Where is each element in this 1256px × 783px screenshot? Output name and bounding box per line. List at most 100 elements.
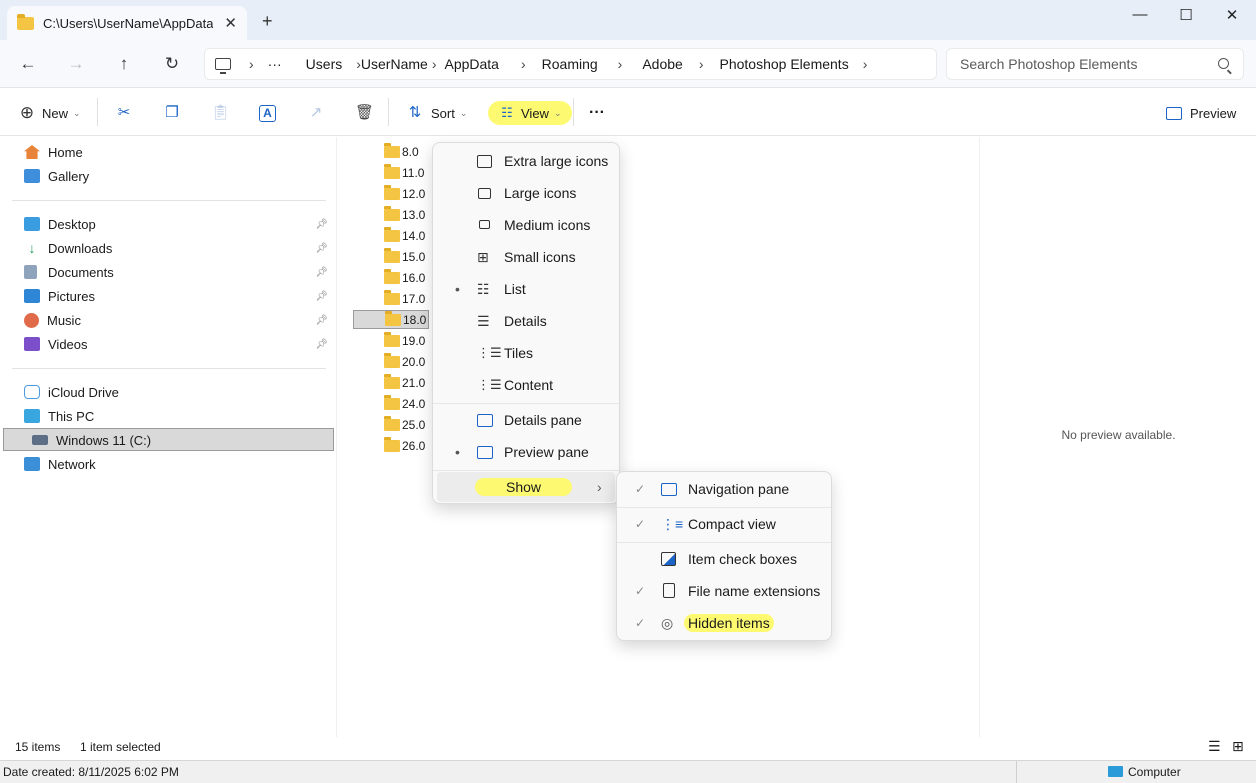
menu-item-item-check-boxes[interactable]: Item check boxes <box>621 544 827 574</box>
pin-icon[interactable]: 📌︎ <box>315 219 328 230</box>
medium-icons-icon <box>479 220 490 229</box>
chevron-right-icon[interactable]: › <box>432 56 437 72</box>
menu-item-extra-large-icons[interactable]: Extra large icons <box>437 146 615 176</box>
breadcrumb-appdata[interactable]: AppData <box>444 56 498 72</box>
pin-icon[interactable]: 📌︎ <box>315 267 328 278</box>
no-preview-message: No preview available. <box>1061 428 1176 442</box>
sidebar-item-pictures[interactable]: Pictures 📌︎ <box>24 285 334 307</box>
computer-icon <box>1108 766 1123 777</box>
sidebar-item-windows-c[interactable]: Windows 11 (C:) <box>32 429 342 451</box>
forward-button[interactable]: → <box>62 52 90 76</box>
menu-item-medium-icons[interactable]: Medium icons <box>437 210 615 240</box>
new-button[interactable]: ⊕ New ⌄ <box>18 101 81 125</box>
chevron-right-icon[interactable]: › <box>618 56 623 72</box>
folder-icon <box>384 247 400 263</box>
breadcrumb-photoshop-elements[interactable]: Photoshop Elements <box>720 56 849 72</box>
pin-icon[interactable]: 📌︎ <box>315 315 328 326</box>
menu-item-compact-view[interactable]: ✓ ⋮≡ Compact view <box>621 509 827 539</box>
rename-icon: A <box>259 104 276 122</box>
folder-item-selected[interactable]: 18.0 <box>353 310 429 329</box>
pin-icon[interactable]: 📌︎ <box>315 243 328 254</box>
details-view-icon[interactable]: ☰ <box>1208 738 1221 755</box>
breadcrumb-username[interactable]: UserName <box>361 56 428 72</box>
sidebar-item-music[interactable]: Music 📌︎ <box>24 309 334 331</box>
rename-button[interactable]: A <box>259 101 276 125</box>
menu-item-large-icons[interactable]: Large icons <box>437 178 615 208</box>
sidebar-item-network[interactable]: Network <box>24 453 334 475</box>
share-icon: ↗ <box>309 104 323 121</box>
preview-button[interactable]: Preview <box>1166 101 1236 125</box>
breadcrumb-users[interactable]: Users <box>306 56 343 72</box>
paste-button[interactable]: 📋︎ <box>211 101 230 125</box>
sidebar-item-label: iCloud Drive <box>48 384 119 400</box>
address-bar[interactable]: › ··· Users › UserName › AppData › Roami… <box>204 48 937 80</box>
chevron-right-icon[interactable]: › <box>863 56 868 72</box>
add-icon: ⊕ <box>19 103 35 122</box>
sidebar-item-this-pc[interactable]: This PC <box>24 405 334 427</box>
pin-icon[interactable]: 📌︎ <box>315 339 328 350</box>
chevron-down-icon: ⌄ <box>459 107 468 118</box>
large-icons-view-icon[interactable]: ⊞ <box>1232 738 1244 755</box>
sidebar-divider <box>12 368 326 369</box>
back-button[interactable]: ← <box>14 52 42 76</box>
menu-item-content[interactable]: ⋮☰ Content <box>437 370 615 400</box>
chevron-right-icon[interactable]: › <box>521 56 526 72</box>
menu-item-navigation-pane[interactable]: ✓ Navigation pane <box>621 474 827 504</box>
maximize-button[interactable]: ☐ <box>1166 6 1206 28</box>
menu-item-preview-pane[interactable]: • Preview pane <box>437 437 615 467</box>
menu-item-show[interactable]: Show › <box>437 472 615 502</box>
sidebar-item-downloads[interactable]: ↓ Downloads 📌︎ <box>24 237 334 259</box>
drive-icon <box>32 435 48 445</box>
breadcrumb-adobe[interactable]: Adobe <box>642 56 682 72</box>
home-icon <box>24 145 40 159</box>
selected-bullet-icon: • <box>455 444 460 460</box>
sidebar-item-videos[interactable]: Videos 📌︎ <box>24 333 334 355</box>
sidebar-item-documents[interactable]: Documents 📌︎ <box>24 261 334 283</box>
menu-item-hidden-items[interactable]: ✓ ◎ Hidden items <box>621 608 827 638</box>
share-button[interactable]: ↗ <box>307 101 325 125</box>
preview-pane: No preview available. <box>979 137 1256 737</box>
view-button[interactable]: ☷ View ⌄ <box>488 101 572 125</box>
up-button[interactable]: ↑ <box>110 52 138 76</box>
computer-icon[interactable] <box>215 58 231 74</box>
minimize-button[interactable]: — <box>1120 6 1160 28</box>
compact-view-icon: ⋮≡ <box>661 516 684 532</box>
folder-name: 18.0 <box>403 312 427 327</box>
new-tab-button[interactable]: + <box>262 12 273 30</box>
folder-icon <box>384 142 400 158</box>
breadcrumb-roaming[interactable]: Roaming <box>542 56 598 72</box>
folder-icon <box>385 310 401 326</box>
pin-icon[interactable]: 📌︎ <box>315 291 328 302</box>
sidebar-item-icloud-drive[interactable]: iCloud Drive <box>24 381 334 403</box>
more-options-button[interactable]: ··· <box>589 101 605 125</box>
chevron-right-icon[interactable]: › <box>699 56 704 72</box>
sidebar-item-home[interactable]: Home <box>24 141 334 163</box>
menu-item-tiles[interactable]: ⋮☰ Tiles <box>437 338 615 368</box>
tab-close-icon[interactable]: ✕ <box>224 14 237 32</box>
date-created: Date created: 8/11/2025 6:02 PM <box>3 765 179 779</box>
menu-item-small-icons[interactable]: ⊞ Small icons <box>437 242 615 272</box>
status-bar: 15 items 1 item selected ☰ ⊞ <box>0 737 1256 759</box>
folder-icon <box>384 436 400 452</box>
chevron-right-icon[interactable]: › <box>249 56 254 72</box>
extra-large-icons-icon <box>477 154 492 168</box>
cut-button[interactable]: ✂ <box>115 101 133 125</box>
refresh-button[interactable]: ↻ <box>158 52 186 76</box>
search-input[interactable]: Search Photoshop Elements <box>946 48 1244 80</box>
menu-item-details[interactable]: ☰ Details <box>437 306 615 336</box>
menu-item-list[interactable]: • ☷ List <box>437 274 615 304</box>
sidebar-item-desktop[interactable]: Desktop 📌︎ <box>24 213 334 235</box>
sidebar-divider <box>12 200 326 201</box>
menu-item-file-name-extensions[interactable]: ✓ File name extensions <box>621 576 827 606</box>
delete-button[interactable]: 🗑︎ <box>355 101 374 125</box>
close-button[interactable]: ✕ <box>1212 6 1252 28</box>
sidebar-item-gallery[interactable]: Gallery <box>24 165 334 187</box>
sort-button[interactable]: ⇅ Sort ⌄ <box>406 101 468 125</box>
copy-button[interactable]: ❐ <box>163 101 181 125</box>
details-pane-icon <box>477 414 493 427</box>
navigation-pane: Home Gallery Desktop 📌︎ ↓ Downloads 📌︎ D… <box>0 137 337 737</box>
tab-current[interactable]: C:\Users\UserName\AppData\Ro ✕ <box>7 6 247 40</box>
menu-item-details-pane[interactable]: Details pane <box>437 405 615 435</box>
folder-icon <box>384 184 400 200</box>
breadcrumb-more[interactable]: ··· <box>268 56 282 72</box>
